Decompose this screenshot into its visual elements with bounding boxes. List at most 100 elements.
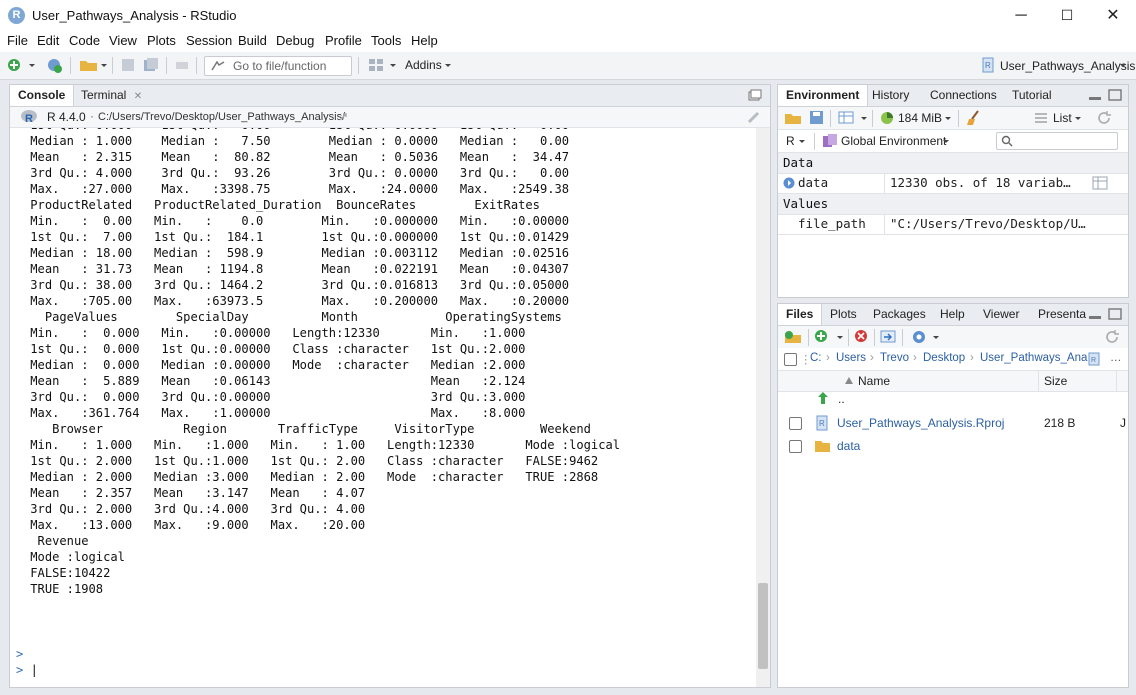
env-row-data[interactable]: data 12330 obs. of 18 variab… <box>778 173 1128 194</box>
view-mode-select[interactable]: List <box>1053 111 1072 125</box>
tab-environment[interactable]: Environment <box>778 85 869 106</box>
memory-usage-icon[interactable] <box>880 111 894 125</box>
tab-files[interactable]: Files <box>778 304 823 325</box>
env-search-input[interactable] <box>996 132 1118 150</box>
menu-plots[interactable]: Plots <box>147 33 176 48</box>
tab-terminal[interactable]: Terminal ✕ <box>73 85 150 106</box>
refresh-icon[interactable] <box>1104 329 1120 345</box>
menu-help[interactable]: Help <box>411 33 438 48</box>
console-prompt-active[interactable]: > | <box>16 663 38 677</box>
save-all-icon[interactable] <box>143 57 159 73</box>
chevron-down-icon[interactable] <box>28 57 36 73</box>
file-row-parent[interactable]: .. <box>778 387 1128 410</box>
breadcrumb-project[interactable]: User_Pathways_Analy <box>980 352 1088 364</box>
new-project-icon[interactable] <box>46 57 62 73</box>
environment-scope-select[interactable]: Global Environment <box>841 134 946 148</box>
maximize-pane-icon[interactable] <box>748 89 762 101</box>
save-workspace-icon[interactable] <box>809 110 824 125</box>
scrollbar-thumb[interactable] <box>758 583 768 669</box>
minimize-pane-icon[interactable] <box>1088 91 1102 101</box>
menu-edit[interactable]: Edit <box>37 33 59 48</box>
go-to-directory-icon[interactable] <box>338 111 350 123</box>
maximize-pane-icon[interactable] <box>1108 89 1122 101</box>
maximize-pane-icon[interactable] <box>1108 308 1122 320</box>
project-icon[interactable]: R <box>1087 352 1101 366</box>
breadcrumb-drive[interactable]: C: <box>810 352 822 364</box>
menu-tools[interactable]: Tools <box>371 33 401 48</box>
chevron-down-icon[interactable] <box>944 110 952 126</box>
tab-console[interactable]: Console <box>10 85 75 106</box>
tab-presentation[interactable]: Presenta <box>1030 304 1086 325</box>
console-output-area[interactable]: 1st Qu.: 0.000 1st Qu.: 0.00 1st Qu.: 0.… <box>10 128 756 687</box>
chevron-down-icon[interactable] <box>942 133 950 149</box>
file-checkbox[interactable] <box>789 440 802 453</box>
view-table-icon[interactable] <box>1092 176 1108 190</box>
menu-code[interactable]: Code <box>69 33 100 48</box>
refresh-icon[interactable] <box>1096 110 1112 126</box>
chevron-down-icon[interactable] <box>860 110 868 126</box>
minimize-pane-icon[interactable] <box>1088 310 1102 320</box>
breadcrumb-trevo[interactable]: Trevo <box>880 352 909 364</box>
addins-menu[interactable]: Addins <box>405 58 442 72</box>
file-name[interactable]: data <box>837 439 860 453</box>
tab-history[interactable]: History <box>864 85 917 106</box>
gear-icon[interactable] <box>910 328 928 346</box>
console-scrollbar[interactable] <box>756 128 770 687</box>
workspace-panes-icon[interactable] <box>368 57 384 73</box>
close-button[interactable]: ✕ <box>1090 0 1136 31</box>
chevron-down-icon[interactable] <box>798 133 806 149</box>
chevron-down-icon[interactable] <box>444 57 452 73</box>
chevron-down-icon[interactable] <box>389 57 397 73</box>
print-icon[interactable] <box>174 57 190 73</box>
env-row-file-path[interactable]: file_path "C:/Users/Trevo/Desktop/U… <box>778 214 1128 235</box>
working-directory[interactable]: C:/Users/Trevo/Desktop/User_Pathways_Ana… <box>98 111 345 123</box>
menu-file[interactable]: File <box>7 33 28 48</box>
memory-usage[interactable]: 184 MiB <box>898 111 942 125</box>
new-folder-icon[interactable] <box>784 329 802 345</box>
save-icon[interactable] <box>120 57 136 73</box>
project-icon[interactable]: R <box>980 57 996 73</box>
file-checkbox[interactable] <box>789 417 802 430</box>
column-size[interactable]: Size <box>1044 374 1067 388</box>
menu-profile[interactable]: Profile <box>325 33 362 48</box>
breadcrumb-users[interactable]: Users <box>836 352 866 364</box>
maximize-button[interactable]: ☐ <box>1044 0 1090 31</box>
rename-icon[interactable] <box>880 329 896 344</box>
minimize-button[interactable]: ─ <box>998 0 1044 31</box>
tab-connections[interactable]: Connections <box>922 85 1005 106</box>
close-icon[interactable]: ✕ <box>134 91 142 102</box>
chevron-down-icon[interactable] <box>1074 110 1082 126</box>
open-folder-icon[interactable] <box>79 57 99 73</box>
tab-help[interactable]: Help <box>932 304 973 325</box>
tab-packages[interactable]: Packages <box>865 304 934 325</box>
new-file-icon[interactable] <box>6 57 22 73</box>
chevron-down-icon[interactable] <box>932 329 940 345</box>
file-row[interactable]: data <box>778 435 1128 458</box>
chevron-down-icon[interactable] <box>1119 57 1127 73</box>
new-blank-file-icon[interactable] <box>814 329 829 344</box>
load-workspace-icon[interactable] <box>784 110 802 126</box>
import-dataset-icon[interactable] <box>838 110 856 125</box>
goto-file-input[interactable]: Go to file/function <box>204 56 352 76</box>
tab-tutorial[interactable]: Tutorial <box>1004 85 1060 106</box>
column-name[interactable]: Name <box>858 374 890 388</box>
delete-icon[interactable] <box>854 329 868 343</box>
chevron-down-icon[interactable] <box>836 329 844 345</box>
project-menu[interactable]: User_Pathways_Analysis <box>1000 59 1135 73</box>
tab-plots[interactable]: Plots <box>822 304 865 325</box>
file-name[interactable]: User_Pathways_Analysis.Rproj <box>837 416 1004 430</box>
file-row[interactable]: R User_Pathways_Analysis.Rproj 218 B J <box>778 412 1128 435</box>
tab-viewer[interactable]: Viewer <box>975 304 1027 325</box>
select-all-checkbox[interactable] <box>784 353 797 366</box>
broom-icon[interactable] <box>966 110 982 126</box>
menu-debug[interactable]: Debug <box>276 33 314 48</box>
language-select[interactable]: R <box>786 134 795 148</box>
expand-arrow-icon[interactable] <box>783 177 795 189</box>
menu-view[interactable]: View <box>109 33 137 48</box>
sort-ascending-icon[interactable] <box>844 376 854 385</box>
menu-session[interactable]: Session <box>186 33 232 48</box>
breadcrumb-desktop[interactable]: Desktop <box>923 352 965 364</box>
chevron-down-icon[interactable] <box>100 57 108 73</box>
menu-build[interactable]: Build <box>238 33 267 48</box>
clear-console-icon[interactable] <box>746 110 762 124</box>
